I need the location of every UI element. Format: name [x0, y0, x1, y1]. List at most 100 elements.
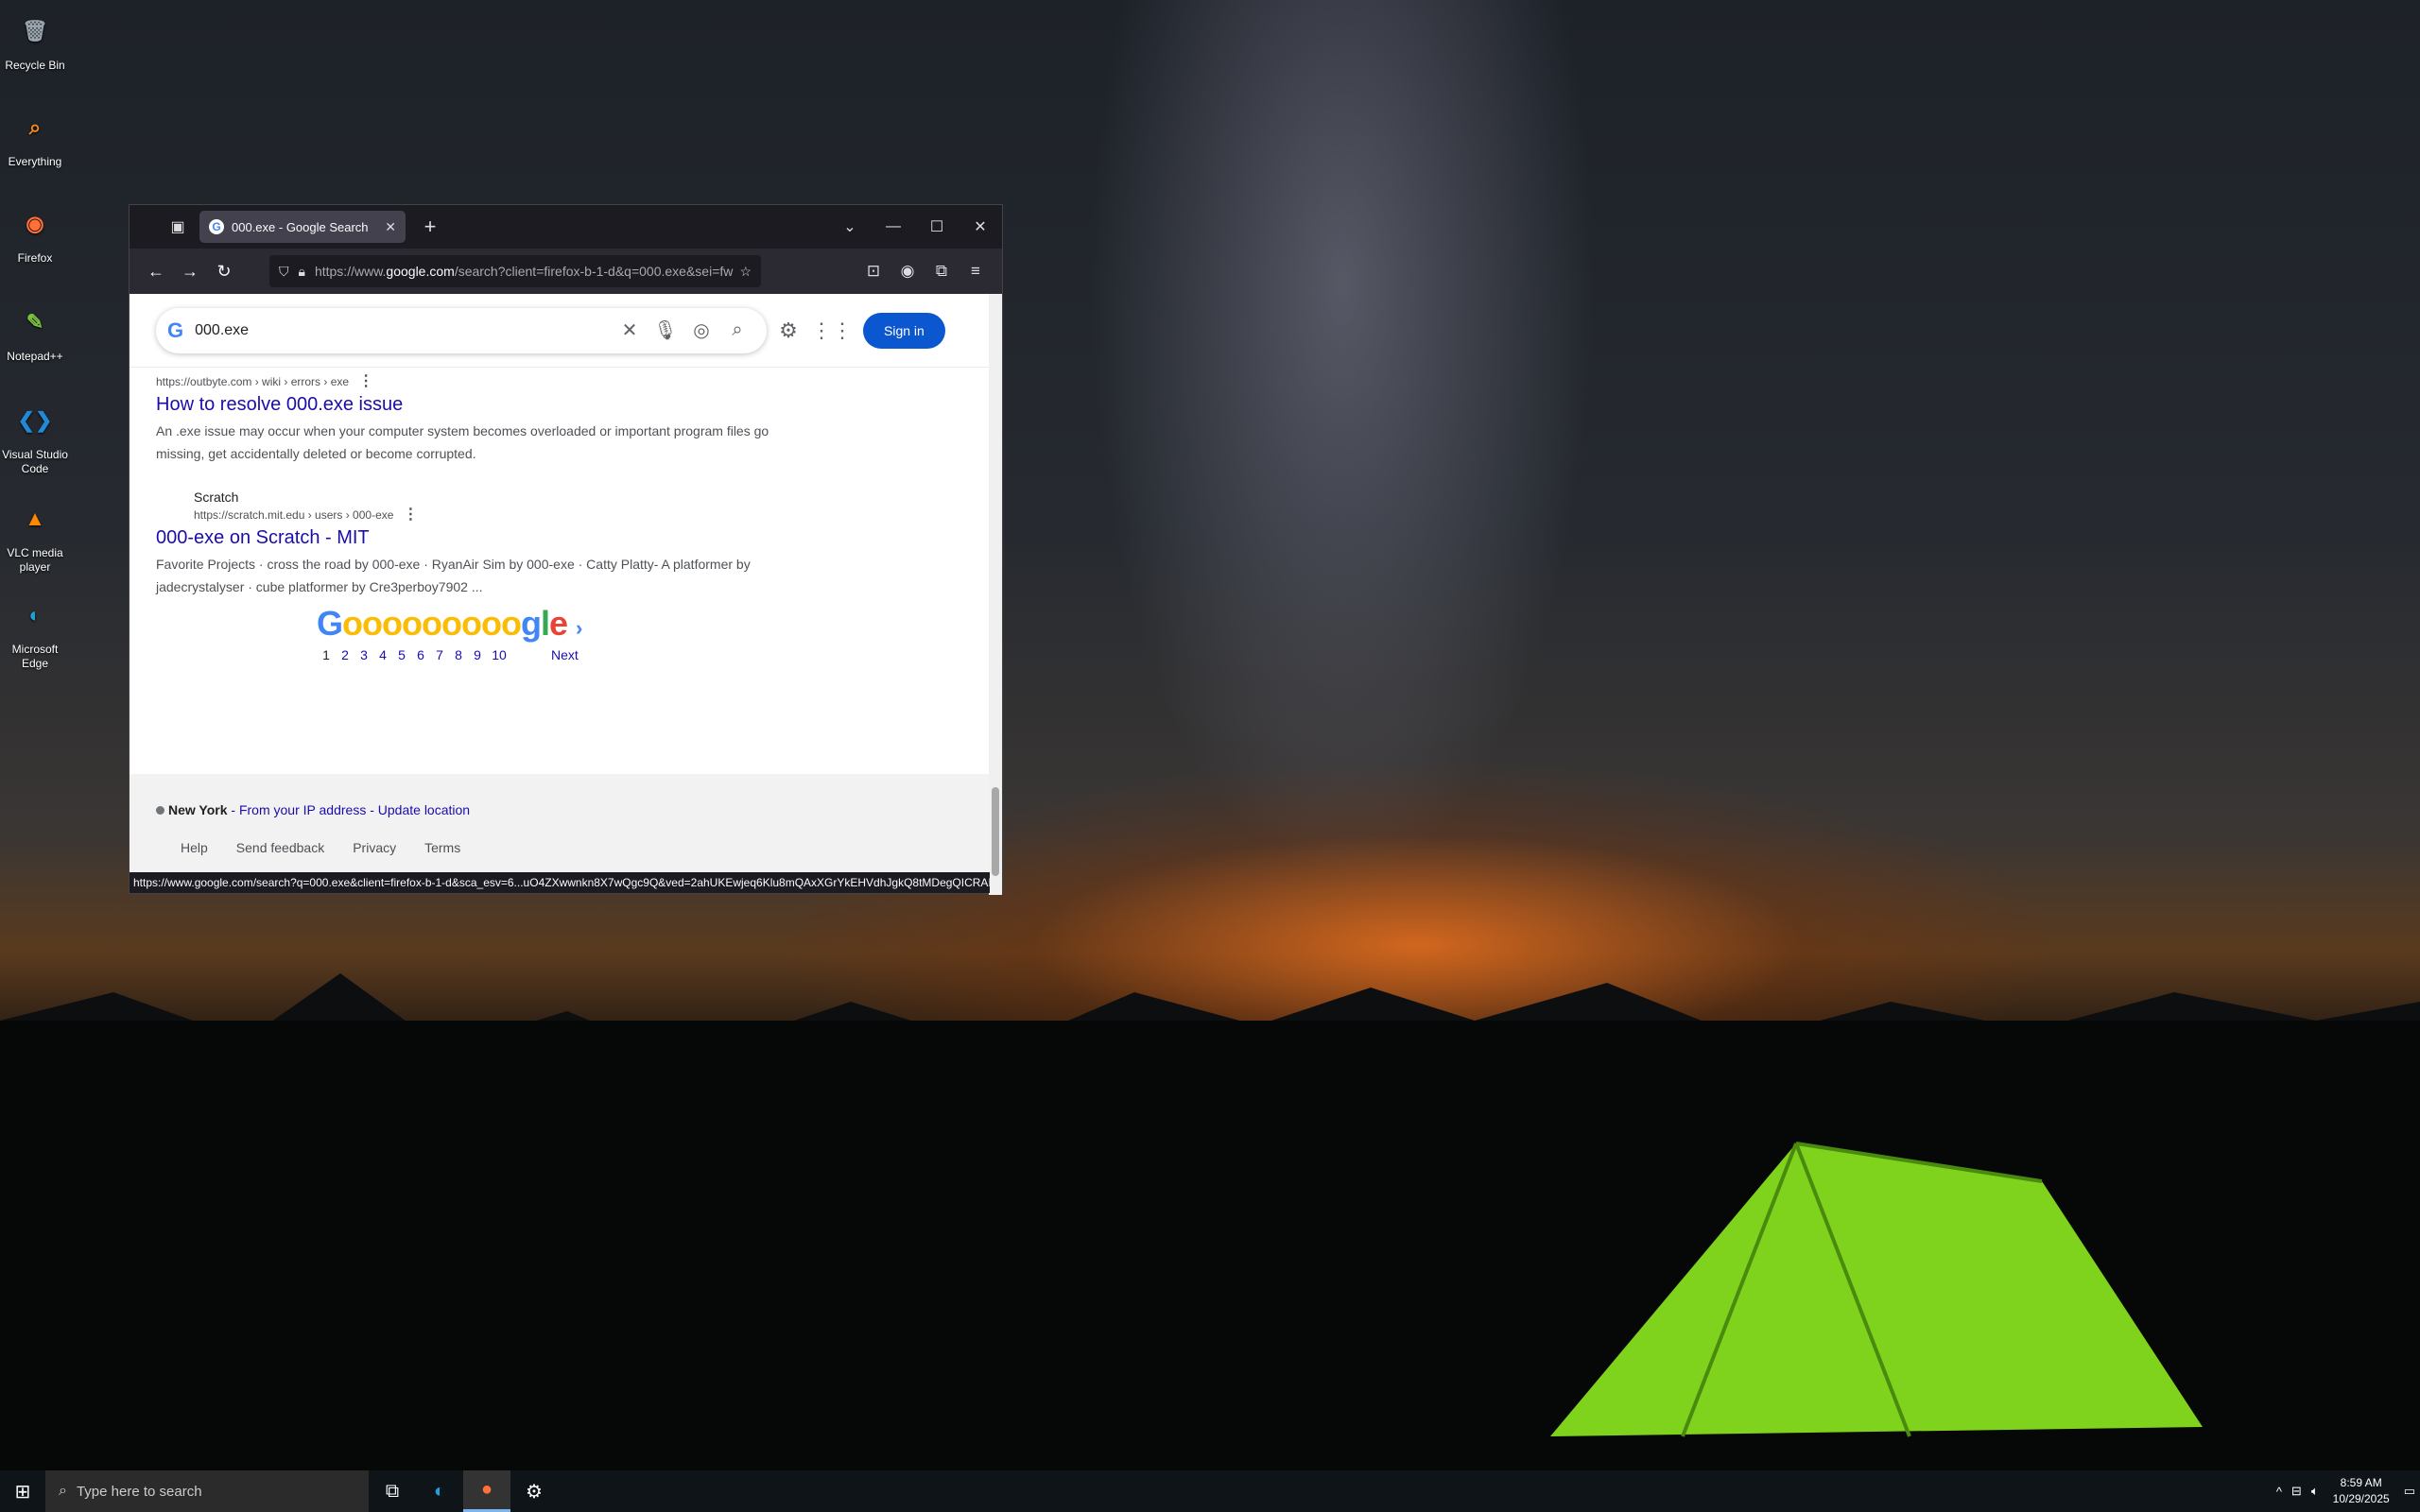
desktop-icon[interactable]: ⌕ Everything: [0, 104, 70, 169]
footer-link-terms[interactable]: Terms: [424, 840, 460, 855]
url-text: https://www.google.com/search?client=fir…: [314, 264, 735, 279]
result-snippet: An .exe issue may occur when your comput…: [156, 423, 769, 461]
desktop-icon-label: Notepad++: [7, 350, 63, 363]
settings-taskbar-icon[interactable]: ⚙: [510, 1470, 558, 1512]
result-cite: https://scratch.mit.edu › users › 000-ex…: [194, 508, 394, 522]
tab-title: 000.exe - Google Search: [232, 219, 369, 234]
firefox-taskbar-icon[interactable]: ●: [463, 1470, 510, 1512]
tab-google-search[interactable]: G 000.exe - Google Search ✕: [199, 211, 406, 243]
search-header: G 000.exe ✕ 🎙︎ ◎ ⌕ ⚙ ⋮⋮ Sign in: [130, 294, 990, 368]
page-number-link[interactable]: 6: [411, 647, 430, 662]
back-icon[interactable]: ←: [139, 262, 173, 282]
bookmark-star-icon[interactable]: ☆: [739, 264, 752, 280]
nav-bar: ← → ↻ ⛉ 🔒︎ https://www.google.com/search…: [130, 249, 1002, 294]
task-view-icon[interactable]: ⧉: [369, 1470, 416, 1512]
page-scrollbar[interactable]: [989, 294, 1002, 895]
page-number-link[interactable]: 9: [468, 647, 487, 662]
update-location-link[interactable]: Update location: [378, 802, 470, 817]
desktop-icon[interactable]: ▲ VLC media player: [0, 495, 70, 575]
result-cite: https://outbyte.com › wiki › errors › ex…: [156, 375, 350, 388]
footer-link-help[interactable]: Help: [181, 840, 208, 855]
apps-grid-icon[interactable]: ⋮⋮: [810, 318, 854, 343]
footer-link-send-feedback[interactable]: Send feedback: [236, 840, 324, 855]
account-icon[interactable]: ◉: [890, 262, 925, 281]
volume-icon[interactable]: 🔈︎: [2311, 1484, 2319, 1499]
page-number-link[interactable]: 10: [487, 647, 511, 662]
next-page-link[interactable]: Next: [551, 647, 579, 662]
pocket-icon[interactable]: ⊡: [856, 262, 890, 281]
firefox-icon: ◉: [26, 211, 44, 235]
close-window-icon[interactable]: ✕: [959, 217, 1002, 236]
page-number-link[interactable]: 7: [430, 647, 449, 662]
sign-in-button[interactable]: Sign in: [863, 312, 945, 349]
page-number-link[interactable]: 5: [392, 647, 411, 662]
google-results-page: G 000.exe ✕ 🎙︎ ◎ ⌕ ⚙ ⋮⋮ Sign in https://…: [130, 294, 990, 880]
firefox-view-icon[interactable]: ▣: [167, 216, 188, 237]
location-name: New York: [168, 802, 228, 817]
page-footer: New York - From your IP address - Update…: [130, 774, 990, 880]
search-input[interactable]: 000.exe: [195, 322, 612, 339]
vscode-icon: ❮❯: [17, 407, 53, 432]
menu-icon[interactable]: ≡: [959, 262, 993, 281]
more-options-icon[interactable]: ⋮: [358, 373, 373, 389]
footer-link-privacy[interactable]: Privacy: [353, 840, 396, 855]
search-icon: ⌕: [59, 1483, 67, 1499]
google-g-icon[interactable]: G: [167, 318, 183, 343]
new-tab-icon[interactable]: +: [419, 215, 441, 239]
scrollbar-thumb[interactable]: [992, 787, 999, 876]
lens-icon[interactable]: ◎: [683, 318, 719, 342]
show-hidden-icons-icon[interactable]: ^: [2276, 1485, 2282, 1499]
desktop-icon-label: Microsoft Edge: [11, 643, 59, 670]
page-number-link[interactable]: 8: [449, 647, 468, 662]
edge-taskbar-icon[interactable]: ◐: [416, 1470, 463, 1512]
next-chevron-icon[interactable]: ›: [576, 616, 582, 640]
url-bar[interactable]: ⛉ 🔒︎ https://www.google.com/search?clien…: [269, 255, 761, 287]
page-number-link[interactable]: 3: [354, 647, 373, 662]
result-site-name: Scratch: [194, 490, 239, 505]
ip-address-link[interactable]: From your IP address: [239, 802, 366, 817]
desktop-icon[interactable]: ❮❯ Visual Studio Code: [0, 397, 70, 476]
clock[interactable]: 8:59 AM 10/29/2025: [2333, 1475, 2390, 1507]
desktop-icon[interactable]: ✎ Notepad++: [0, 299, 70, 364]
search-icon[interactable]: ⌕: [719, 319, 755, 341]
taskbar: ⊞ ⌕ Type here to search ⧉ ◐ ● ⚙ ^ ⊟ 🔈︎ 8…: [0, 1470, 2420, 1512]
tracking-shield-icon[interactable]: ⛉: [279, 264, 289, 280]
location-dot-icon: [156, 806, 164, 815]
list-all-tabs-icon[interactable]: ⌄: [828, 217, 872, 236]
tent: [1550, 1142, 2203, 1437]
microphone-icon[interactable]: 🎙︎: [648, 318, 683, 342]
edge-icon: ◐: [28, 602, 42, 627]
desktop-icon[interactable]: ◉ Firefox: [0, 200, 70, 266]
minimize-icon[interactable]: —: [872, 218, 915, 235]
close-tab-icon[interactable]: ✕: [385, 219, 396, 235]
extensions-icon[interactable]: ⧉: [925, 262, 959, 281]
maximize-icon[interactable]: ☐: [915, 217, 959, 236]
notifications-icon[interactable]: ▭: [2404, 1484, 2415, 1499]
result-title[interactable]: How to resolve 000.exe issue: [156, 394, 990, 416]
clear-icon[interactable]: ✕: [612, 318, 648, 342]
desktop-icon[interactable]: 🗑︎ Recycle Bin: [0, 8, 70, 73]
page-number-link[interactable]: 4: [373, 647, 392, 662]
reload-icon[interactable]: ↻: [207, 262, 241, 282]
tab-bar: ▣ G 000.exe - Google Search ✕ + ⌄ — ☐ ✕: [130, 205, 1002, 249]
desktop-icon-label: Firefox: [17, 251, 53, 265]
desktop-icon-label: Everything: [8, 155, 62, 168]
taskbar-search[interactable]: ⌕ Type here to search: [45, 1470, 369, 1512]
link-status-bar: https://www.google.com/search?q=000.exe&…: [130, 872, 990, 893]
result-title[interactable]: 000-exe on Scratch - MIT: [156, 527, 990, 549]
settings-gear-icon[interactable]: ⚙: [767, 318, 810, 343]
network-icon[interactable]: ⊟: [2291, 1484, 2302, 1499]
desktop-icon[interactable]: ◐ Microsoft Edge: [0, 592, 70, 671]
more-options-icon[interactable]: ⋮: [403, 507, 418, 523]
desktop-icon-label: Recycle Bin: [5, 59, 65, 72]
page-numbers: 1 2 3 4 5 6 7 8 9 10 Next: [317, 647, 581, 662]
lock-icon[interactable]: 🔒︎: [299, 264, 305, 280]
firefox-window: ▣ G 000.exe - Google Search ✕ + ⌄ — ☐ ✕ …: [129, 204, 1003, 895]
forward-icon[interactable]: →: [173, 262, 207, 282]
page-number-link[interactable]: 2: [336, 647, 354, 662]
result-item: https://outbyte.com › wiki › errors › ex…: [156, 371, 990, 465]
windows-start-icon[interactable]: ⊞: [0, 1480, 45, 1503]
taskbar-search-placeholder: Type here to search: [76, 1483, 202, 1500]
desktop-icon-label: VLC media player: [7, 546, 63, 574]
search-box[interactable]: G 000.exe ✕ 🎙︎ ◎ ⌕: [156, 308, 767, 353]
